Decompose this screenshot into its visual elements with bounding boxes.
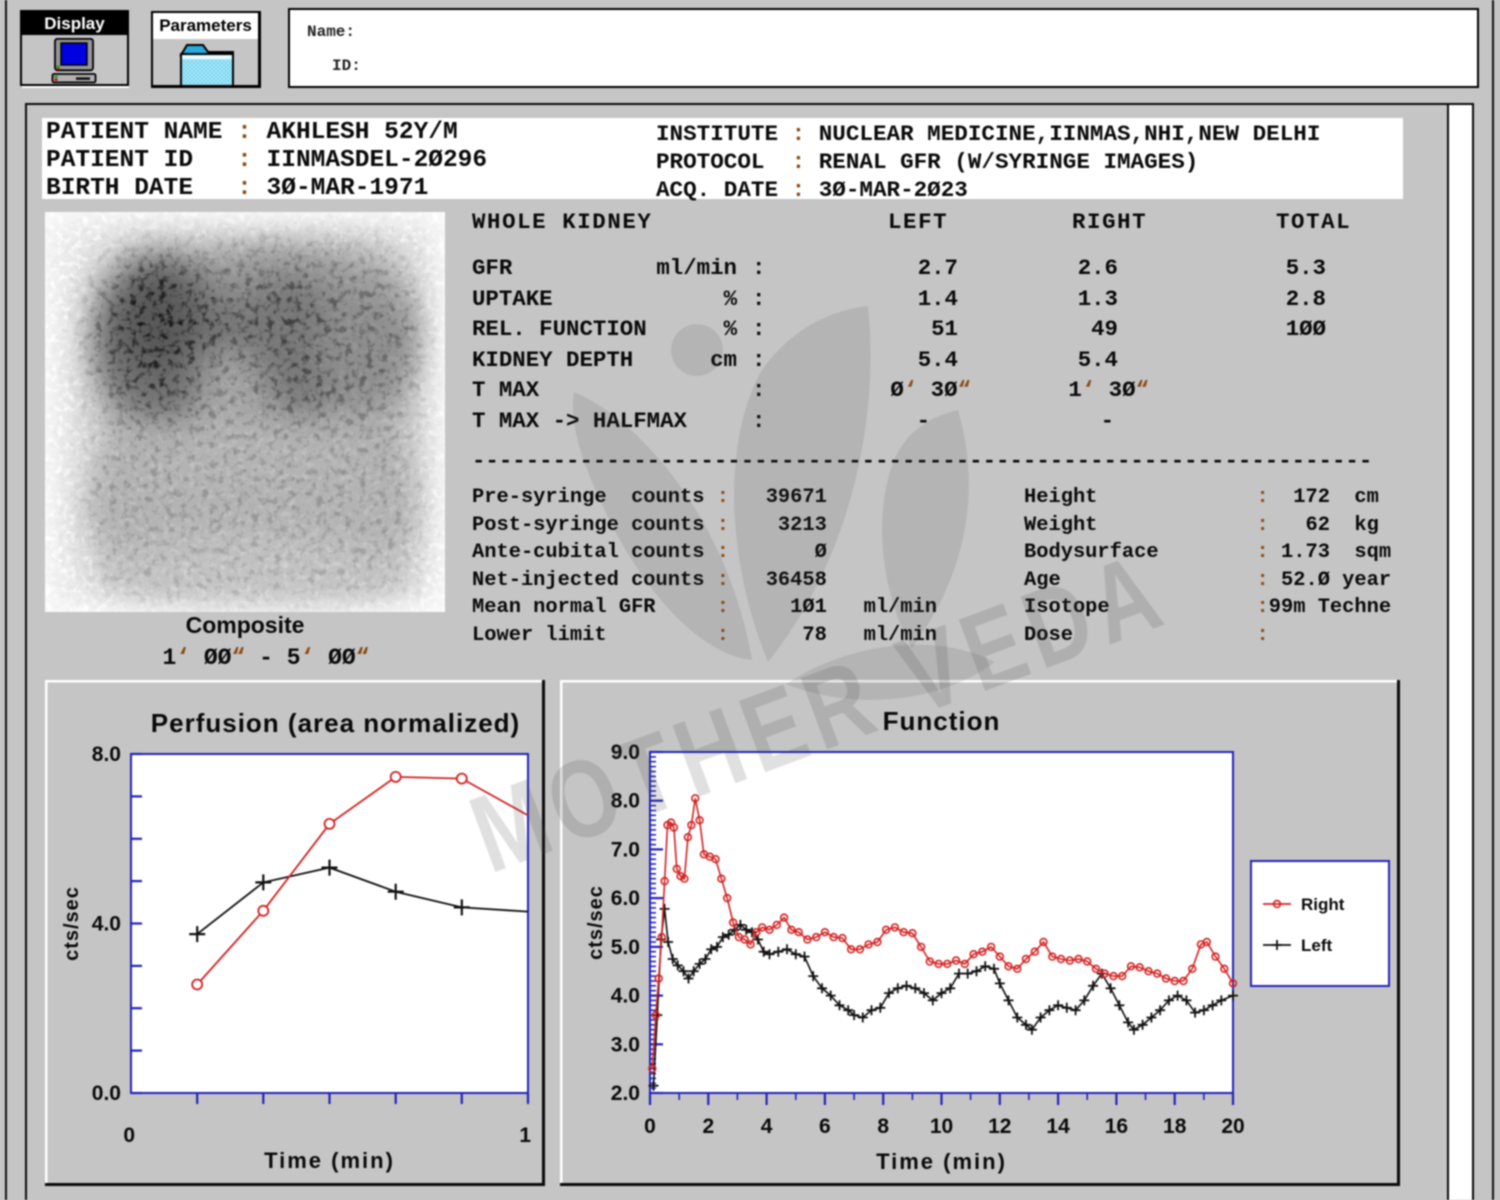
- svg-text:0: 0: [123, 1124, 135, 1147]
- svg-text:6: 6: [819, 1115, 831, 1138]
- svg-text:7.0: 7.0: [611, 838, 640, 861]
- svg-text:cts/sec: cts/sec: [585, 885, 607, 960]
- svg-text:Function: Function: [883, 706, 1001, 736]
- svg-text:6.0: 6.0: [611, 887, 640, 910]
- svg-text:20: 20: [1221, 1115, 1244, 1138]
- svg-text:4: 4: [761, 1115, 773, 1138]
- svg-text:Perfusion (area normalized): Perfusion (area normalized): [151, 708, 520, 738]
- svg-text:10: 10: [930, 1115, 953, 1138]
- svg-text:8.0: 8.0: [611, 790, 640, 813]
- svg-text:4.0: 4.0: [611, 985, 640, 1008]
- svg-text:Left: Left: [1301, 936, 1333, 955]
- svg-text:3.0: 3.0: [611, 1033, 640, 1056]
- svg-text:Time (min): Time (min): [876, 1149, 1007, 1174]
- svg-text:2.0: 2.0: [611, 1082, 640, 1105]
- svg-text:Right: Right: [1301, 895, 1345, 914]
- svg-text:cts/sec: cts/sec: [61, 886, 83, 961]
- svg-text:18: 18: [1163, 1115, 1187, 1138]
- svg-text:12: 12: [988, 1115, 1011, 1138]
- svg-text:8: 8: [877, 1115, 889, 1138]
- svg-text:8.0: 8.0: [92, 743, 121, 766]
- svg-text:0: 0: [644, 1115, 656, 1138]
- svg-text:5.0: 5.0: [611, 936, 640, 959]
- svg-text:2: 2: [702, 1115, 714, 1138]
- svg-text:16: 16: [1105, 1115, 1128, 1138]
- svg-text:1: 1: [519, 1124, 531, 1147]
- svg-text:14: 14: [1046, 1115, 1070, 1138]
- svg-text:Time (min): Time (min): [264, 1148, 395, 1173]
- svg-text:0.0: 0.0: [92, 1082, 121, 1105]
- svg-text:4.0: 4.0: [92, 913, 121, 936]
- svg-text:9.0: 9.0: [611, 741, 640, 764]
